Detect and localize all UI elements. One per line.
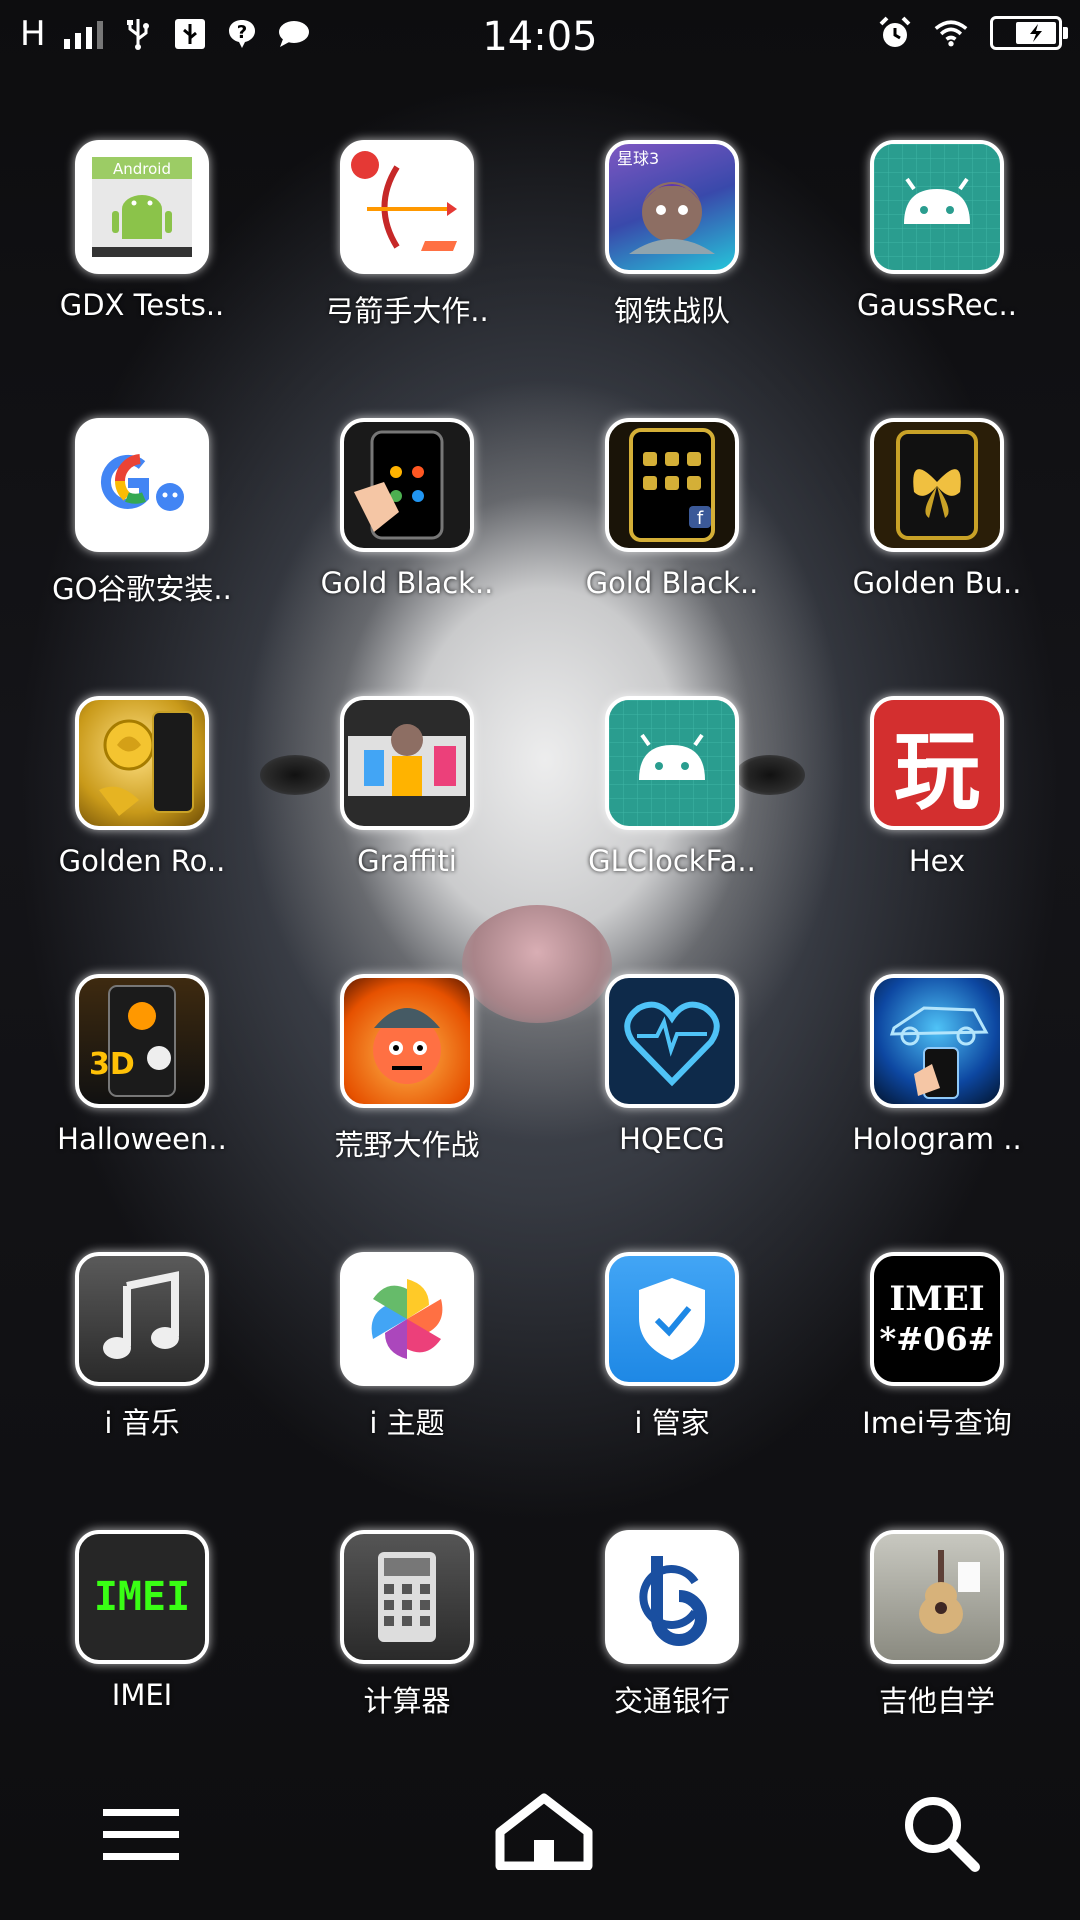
app-hex[interactable]: 玩 Hex	[805, 696, 1045, 956]
app-label: Golden Ro..	[58, 844, 226, 878]
hex-play-icon: 玩	[870, 696, 1004, 830]
graffiti-icon	[340, 696, 474, 830]
wifi-icon	[934, 16, 968, 50]
svg-text:Android: Android	[113, 160, 171, 178]
app-i-theme[interactable]: i 主题	[275, 1252, 515, 1512]
app-archer[interactable]: 弓箭手大作..	[275, 140, 515, 400]
steel-team-badge: 星球3	[617, 149, 659, 168]
theme-pinwheel-icon	[340, 1252, 474, 1386]
gold-black-theme-icon	[340, 418, 474, 552]
status-bar: H ? 14:05	[0, 0, 1080, 75]
hologram-icon	[870, 974, 1004, 1108]
app-label: Golden Bu..	[852, 566, 1022, 600]
menu-icon	[103, 1809, 179, 1860]
imei-query-glyph-top: IMEI	[889, 1279, 985, 1319]
imei-icon: IMEI	[75, 1530, 209, 1664]
app-label: Hologram ..	[852, 1122, 1022, 1156]
app-label: GaussRec..	[857, 288, 1017, 322]
app-label: Gold Black..	[585, 566, 759, 600]
google-go-icon	[75, 418, 209, 552]
app-label: 吉他自学	[878, 1684, 995, 1718]
app-label: 弓箭手大作..	[325, 294, 489, 328]
android-robot-icon	[870, 140, 1004, 274]
steel-team-icon: 星球3	[605, 140, 739, 274]
app-label: i 管家	[634, 1406, 710, 1440]
app-label: i 主题	[369, 1406, 445, 1440]
app-label: IMEI	[111, 1678, 173, 1712]
alarm-icon	[878, 16, 912, 50]
android-robot-2-icon	[605, 696, 739, 830]
shield-check-icon	[605, 1252, 739, 1386]
search-button[interactable]	[896, 1788, 986, 1878]
app-label: 荒野大作战	[334, 1128, 480, 1162]
app-gaussrec[interactable]: GaussRec..	[805, 140, 1045, 400]
menu-button[interactable]	[96, 1790, 186, 1880]
app-label: Imei号查询	[862, 1406, 1012, 1440]
android-gdx-icon: Android	[75, 140, 209, 274]
app-gold-black-1[interactable]: Gold Black..	[275, 418, 515, 678]
svg-text:f: f	[697, 508, 704, 529]
app-gold-black-2[interactable]: f Gold Black..	[540, 418, 780, 678]
music-note-icon	[75, 1252, 209, 1386]
bank-comm-icon	[605, 1530, 739, 1664]
app-label: i 音乐	[104, 1406, 180, 1440]
app-label: Gold Black..	[320, 566, 494, 600]
halloween-glyph: 3D	[89, 1047, 135, 1082]
app-gdx-tests[interactable]: Android GDX Tests..	[10, 140, 250, 400]
guitar-icon	[870, 1530, 1004, 1664]
app-google-go[interactable]: GO谷歌安装..	[10, 418, 250, 678]
app-label: 交通银行	[613, 1684, 730, 1718]
app-wild-battle[interactable]: 荒野大作战	[275, 974, 515, 1234]
halloween-3d-icon: 3D	[75, 974, 209, 1108]
app-graffiti[interactable]: Graffiti	[275, 696, 515, 956]
golden-rose-icon	[75, 696, 209, 830]
app-label: GO谷歌安装..	[52, 572, 232, 606]
calculator-icon	[340, 1530, 474, 1664]
app-label: GDX Tests..	[59, 288, 225, 322]
archer-icon	[340, 140, 474, 274]
app-hologram[interactable]: Hologram ..	[805, 974, 1045, 1234]
app-golden-butterfly[interactable]: Golden Bu..	[805, 418, 1045, 678]
app-label: Hex	[908, 844, 966, 878]
app-i-manager[interactable]: i 管家	[540, 1252, 780, 1512]
hex-glyph: 玩	[894, 721, 980, 822]
imei-query-glyph-bottom: *#06#	[879, 1320, 995, 1358]
search-icon	[905, 1797, 980, 1872]
golden-butterfly-icon	[870, 418, 1004, 552]
heart-ecg-icon	[605, 974, 739, 1108]
app-label: Graffiti	[357, 844, 457, 878]
app-bank-comm[interactable]: 交通银行	[540, 1530, 780, 1790]
app-golden-rose[interactable]: Golden Ro..	[10, 696, 250, 956]
app-label: 计算器	[363, 1684, 451, 1718]
battery-icon	[990, 16, 1068, 50]
app-label: Halloween..	[57, 1122, 227, 1156]
imei-glyph: IMEI	[93, 1574, 191, 1620]
app-label: HQECG	[619, 1122, 725, 1156]
app-label: GLClockFa..	[588, 844, 756, 878]
dock	[0, 1790, 1080, 1920]
wild-battle-icon	[340, 974, 474, 1108]
app-halloween[interactable]: 3D Halloween..	[10, 974, 250, 1234]
gold-black-theme-2-icon: f	[605, 418, 739, 552]
home-icon	[495, 1793, 593, 1870]
imei-query-icon: IMEI *#06#	[870, 1252, 1004, 1386]
app-imei-query[interactable]: IMEI *#06# Imei号查询	[805, 1252, 1045, 1512]
app-imei[interactable]: IMEI IMEI	[10, 1530, 250, 1790]
home-button[interactable]	[494, 1780, 594, 1880]
app-i-music[interactable]: i 音乐	[10, 1252, 250, 1512]
app-guitar[interactable]: 吉他自学	[805, 1530, 1045, 1790]
app-hqecg[interactable]: HQECG	[540, 974, 780, 1234]
app-steel-team[interactable]: 星球3 钢铁战队	[540, 140, 780, 400]
app-glclockfa[interactable]: GLClockFa..	[540, 696, 780, 956]
app-label: 钢铁战队	[613, 294, 730, 328]
app-calculator[interactable]: 计算器	[275, 1530, 515, 1790]
